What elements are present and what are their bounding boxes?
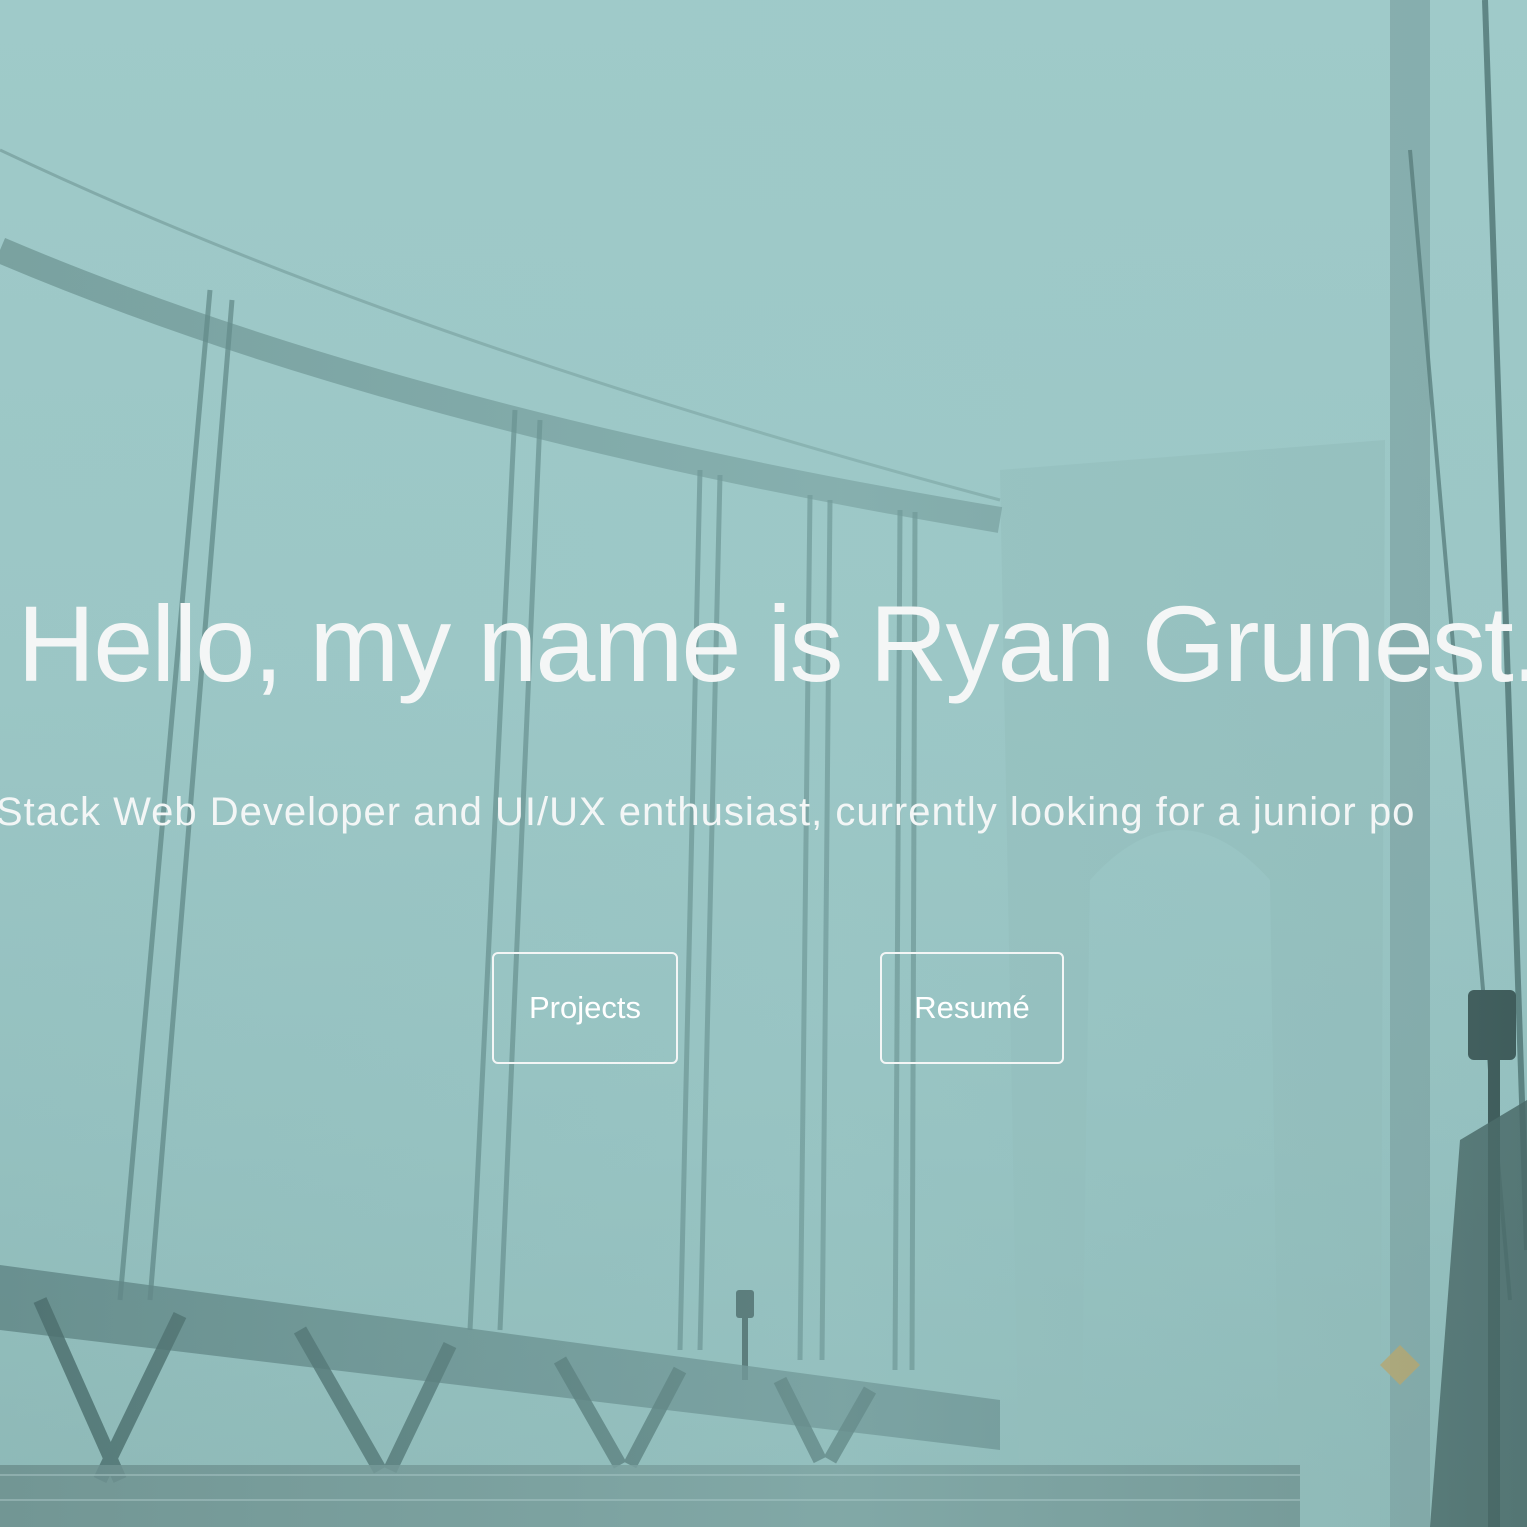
hero-subtitle-text: a Full Stack Web Developer and UI/UX ent… [0,790,1416,834]
resume-button[interactable]: Resumé [880,952,1064,1064]
background-bridge-image [0,0,1527,1527]
hero-section: Hello, my name is Ryan Grunest. a Full S… [0,0,1527,1527]
hero-title: Hello, my name is Ryan Grunest. [17,583,1527,704]
projects-button[interactable]: Projects [492,952,678,1064]
hero-subtitle: a Full Stack Web Developer and UI/UX ent… [0,790,1527,835]
